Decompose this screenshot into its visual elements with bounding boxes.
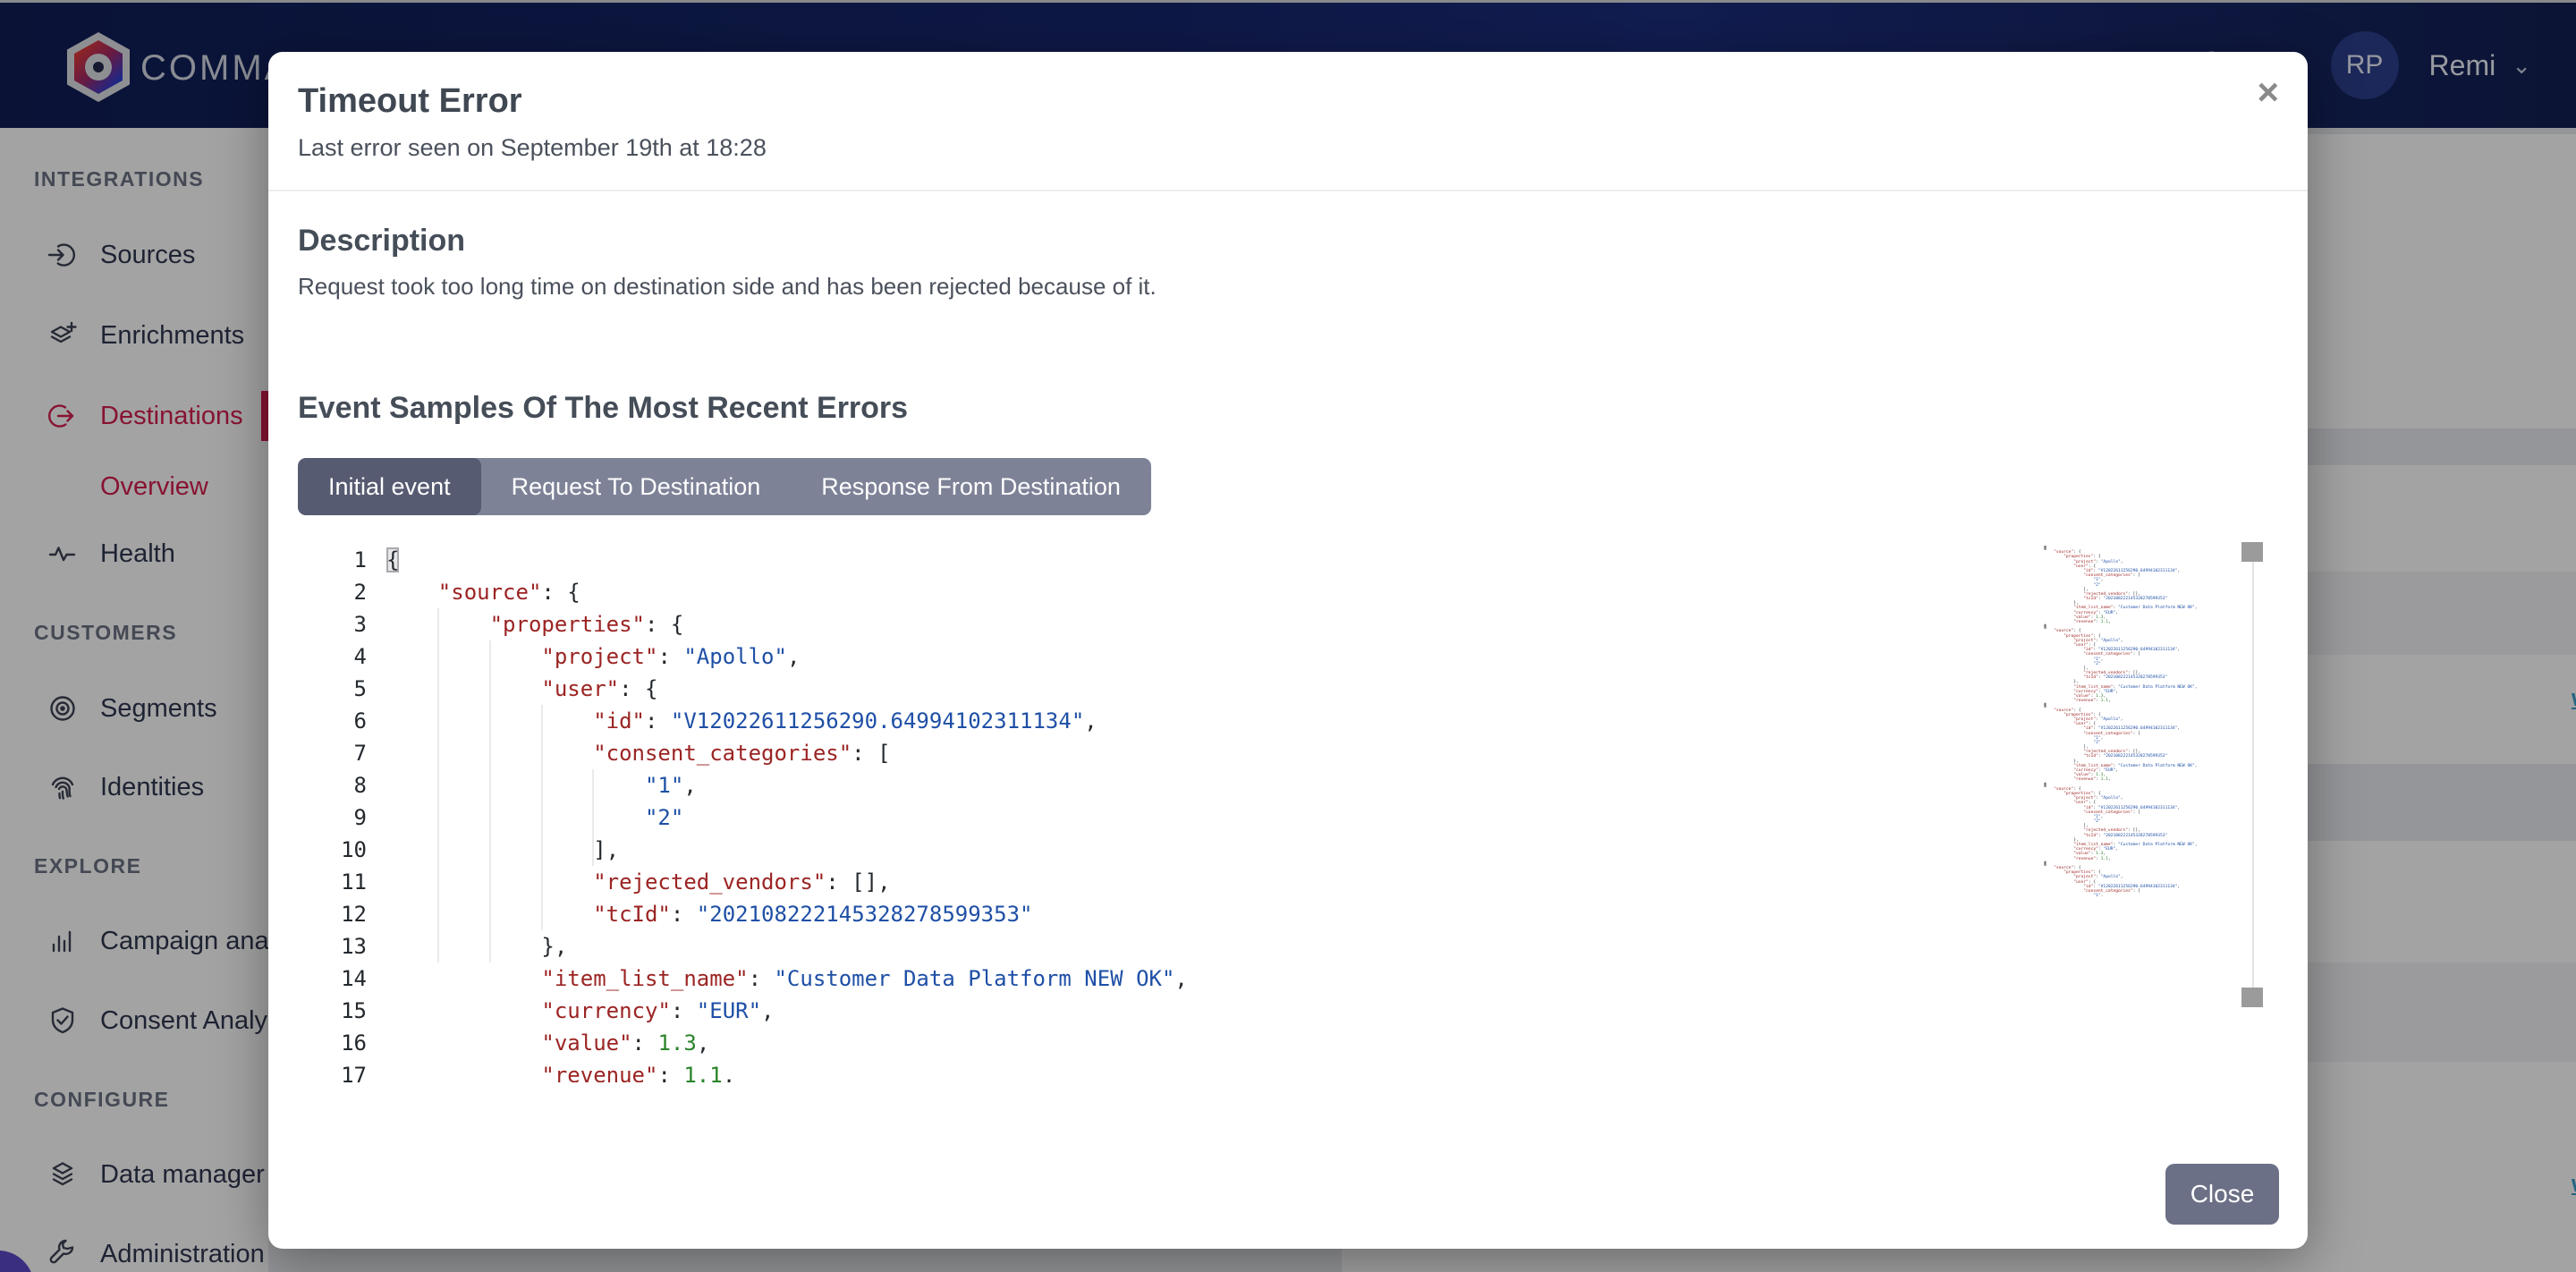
modal-subtitle: Last error seen on September 19th at 18:…: [298, 134, 767, 162]
line-number: 14: [295, 962, 367, 995]
description-heading: Description: [298, 224, 465, 259]
code-line: ],: [386, 834, 2277, 866]
code-line: "2": [386, 801, 2277, 834]
tab-request-to-destination[interactable]: Request To Destination: [481, 458, 792, 515]
line-number: 6: [295, 705, 367, 737]
line-number: 7: [295, 737, 367, 769]
scrollbar-thumb-top[interactable]: [2241, 542, 2263, 562]
line-number: 4: [295, 640, 367, 673]
line-number: 16: [295, 1027, 367, 1059]
line-number: 2: [295, 576, 367, 608]
code-gutter: 1234567891011121314151617: [295, 544, 367, 1082]
line-number: 1: [295, 544, 367, 576]
app-root: COMMANDE RP Remi ⌄ INTEGRATIONSSourcesEn…: [0, 0, 2576, 1272]
indent-guide: [592, 769, 594, 866]
line-number: 5: [295, 673, 367, 705]
line-number: 12: [295, 898, 367, 930]
code-line: },: [386, 930, 2277, 962]
indent-guide: [541, 705, 543, 930]
scrollbar-thumb-bottom[interactable]: [2241, 988, 2263, 1007]
code-line: "item_list_name": "Customer Data Platfor…: [386, 962, 2277, 995]
code-minimap[interactable]: { "source": { "properties": { "project":…: [2044, 546, 2245, 896]
code-line: "project": "Apollo",: [386, 640, 2277, 673]
code-line: "source": {: [386, 576, 2277, 608]
code-line: "1",: [2044, 894, 2245, 896]
tab-response-from-destination[interactable]: Response From Destination: [791, 458, 1151, 515]
description-text: Request took too long time on destinatio…: [298, 273, 1157, 301]
code-line: "value": 1.3,: [386, 1027, 2277, 1059]
samples-heading: Event Samples Of The Most Recent Errors: [298, 391, 908, 426]
code-line: {: [386, 544, 2277, 576]
line-number: 10: [295, 834, 367, 866]
line-number: 11: [295, 866, 367, 898]
code-line: "properties": {: [386, 608, 2277, 640]
modal-title: Timeout Error: [298, 82, 522, 121]
code-line: "revenue": 1.1,: [386, 1059, 2277, 1082]
code-line: "id": "V12022611256290.64994102311134",: [386, 705, 2277, 737]
line-number: 3: [295, 608, 367, 640]
code-editor[interactable]: 1234567891011121314151617 { "source": { …: [295, 544, 2277, 1082]
code-content: { "source": { "properties": { "project":…: [386, 544, 2277, 1082]
line-number: 15: [295, 995, 367, 1027]
indent-guide: [437, 608, 439, 962]
line-number: 9: [295, 801, 367, 834]
code-line: "1",: [386, 769, 2277, 801]
code-line: "currency": "EUR",: [386, 995, 2277, 1027]
code-line: "tcId": "202108222145328278599353": [386, 898, 2277, 930]
code-line: "user": {: [386, 673, 2277, 705]
close-icon[interactable]: ×: [2257, 73, 2279, 111]
code-line: "consent_categories": [: [386, 737, 2277, 769]
line-number: 17: [295, 1059, 367, 1082]
line-number: 8: [295, 769, 367, 801]
code-line: "rejected_vendors": [],: [386, 866, 2277, 898]
close-button[interactable]: Close: [2165, 1164, 2279, 1225]
tab-initial-event[interactable]: Initial event: [298, 458, 481, 515]
modal-header-divider: [268, 190, 2308, 191]
sample-tabs: Initial eventRequest To DestinationRespo…: [298, 458, 1151, 515]
indent-guide: [489, 640, 491, 962]
timeout-error-modal: Timeout Error Last error seen on Septemb…: [268, 52, 2308, 1249]
scrollbar-track: [2252, 546, 2254, 1005]
line-number: 13: [295, 930, 367, 962]
